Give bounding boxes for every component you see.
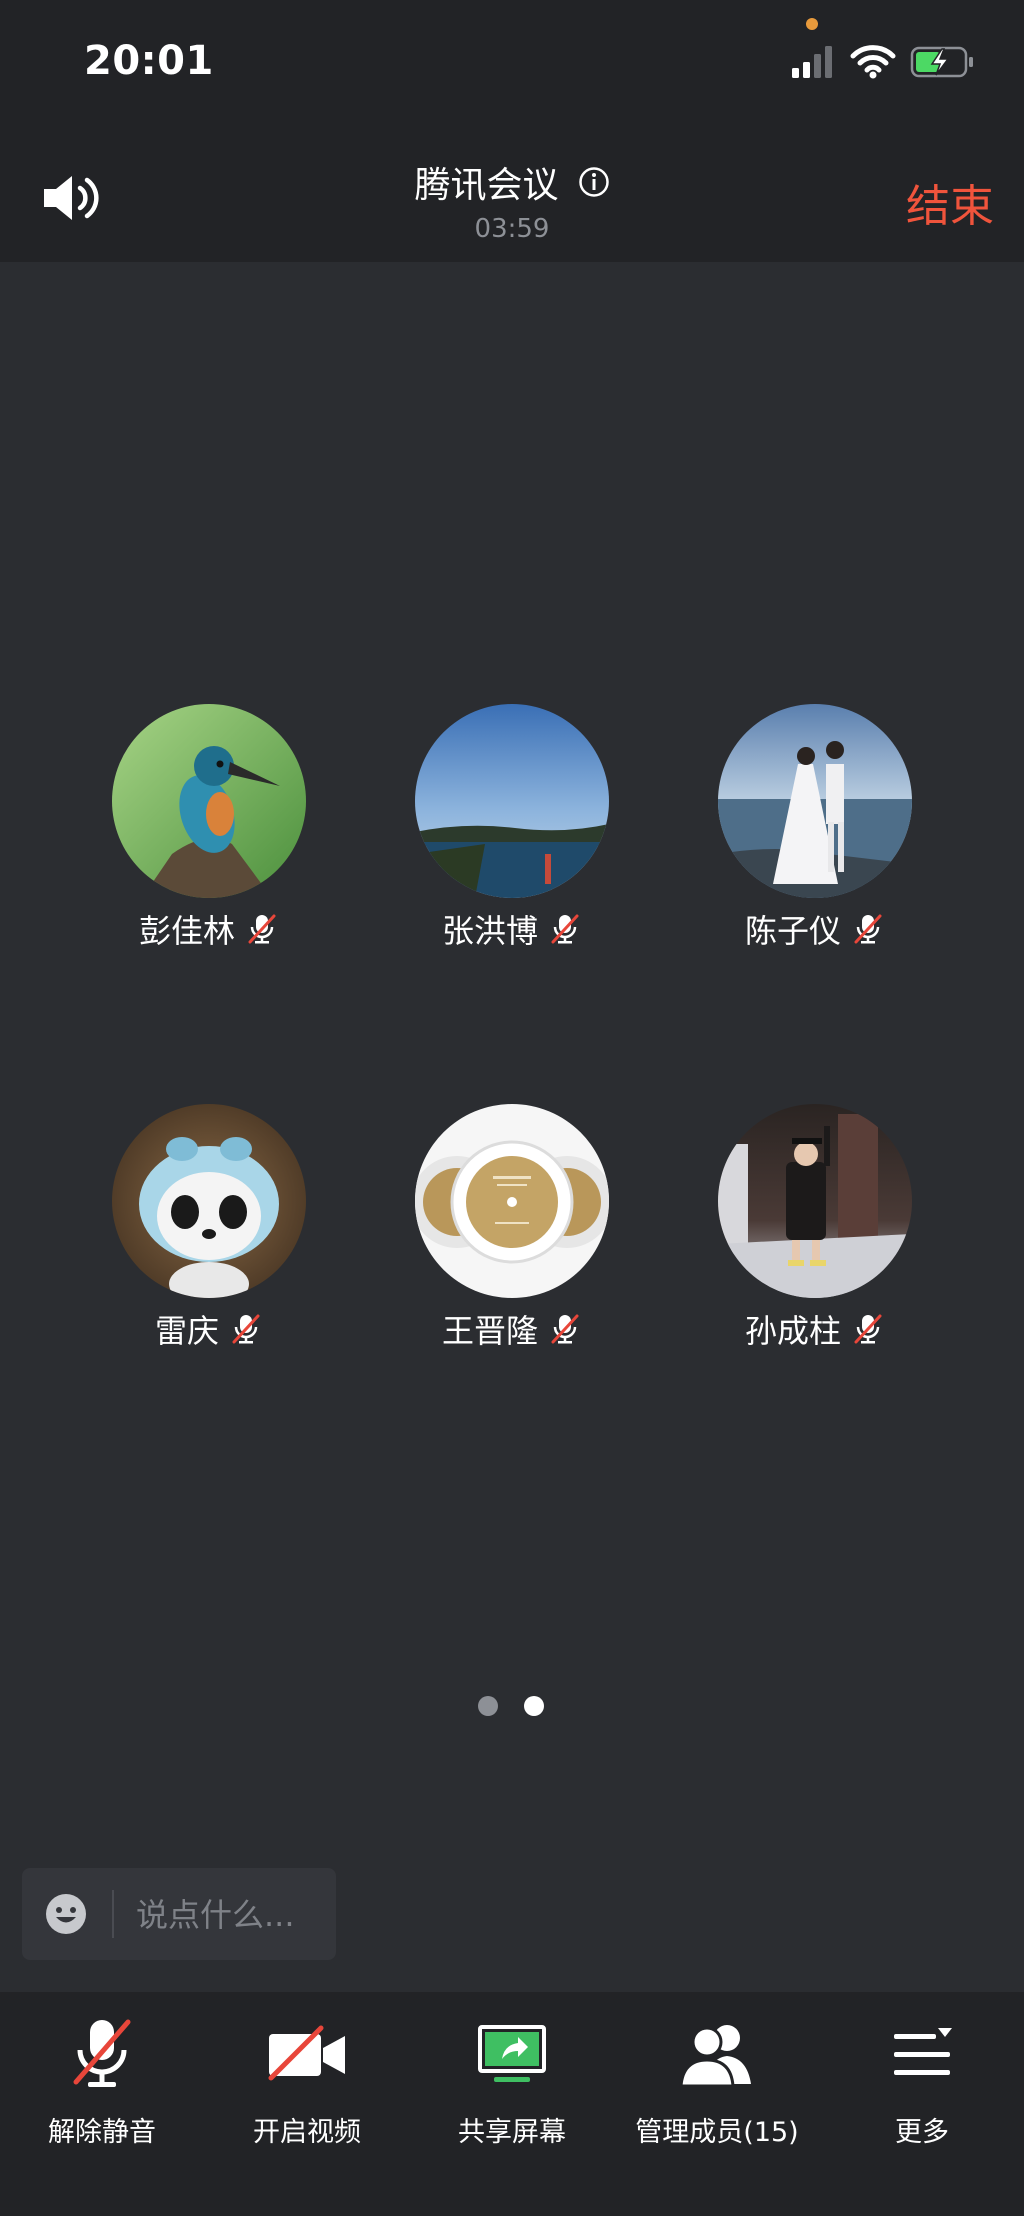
status-icons bbox=[790, 44, 990, 84]
participant-name-row: 张洪博 bbox=[402, 906, 622, 952]
manage-members-label: 管理成员(15) bbox=[635, 2117, 799, 2148]
participant-name: 彭佳林 bbox=[138, 912, 235, 950]
chat-text-input[interactable] bbox=[134, 1888, 328, 1942]
participant-tile[interactable]: 彭佳林 bbox=[99, 704, 319, 952]
chat-input-box[interactable] bbox=[22, 1868, 336, 1960]
avatar bbox=[415, 1104, 609, 1298]
participant-tile[interactable]: 陈子仪 bbox=[705, 704, 925, 952]
video-camera-off-icon bbox=[268, 2025, 345, 2081]
participant-name-row: 彭佳林 bbox=[99, 906, 319, 952]
cellular-signal-icon bbox=[792, 46, 832, 78]
chat-divider bbox=[112, 1890, 114, 1938]
bottom-toolbar: 解除静音 开启视频 共享屏幕 管理成员(15) 更多 bbox=[0, 1992, 1024, 2216]
mic-muted-icon bbox=[551, 1314, 579, 1344]
participant-name-row: 陈子仪 bbox=[705, 906, 925, 952]
tool-icon-wrap bbox=[410, 2012, 614, 2096]
avatar bbox=[112, 704, 306, 898]
meeting-duration: 03:59 bbox=[474, 214, 550, 244]
mic-muted-icon bbox=[232, 1314, 260, 1344]
mic-muted-icon bbox=[551, 914, 579, 944]
tool-icon-wrap bbox=[615, 2012, 819, 2096]
meeting-title: 腾讯会议 bbox=[414, 165, 559, 206]
share-screen-button[interactable]: 共享屏幕 bbox=[410, 2012, 614, 2149]
meeting-title-row: 腾讯会议 bbox=[0, 156, 1024, 208]
privacy-indicator-dot bbox=[806, 18, 818, 30]
page-indicator[interactable] bbox=[474, 1696, 554, 1720]
start-video-button[interactable]: 开启视频 bbox=[205, 2012, 409, 2149]
info-icon[interactable] bbox=[578, 166, 610, 198]
participant-name: 张洪博 bbox=[441, 912, 538, 950]
more-label: 更多 bbox=[895, 2117, 949, 2148]
participant-tile[interactable]: 孙成柱 bbox=[705, 1104, 925, 1352]
participant-name: 陈子仪 bbox=[744, 912, 841, 950]
avatar bbox=[112, 1104, 306, 1298]
microphone-muted-icon bbox=[73, 2019, 131, 2087]
unmute-label: 解除静音 bbox=[48, 2117, 156, 2148]
tool-icon-wrap bbox=[205, 2012, 409, 2096]
participant-name: 雷庆 bbox=[154, 1312, 219, 1350]
mic-muted-icon bbox=[854, 1314, 882, 1344]
unmute-button[interactable]: 解除静音 bbox=[0, 2012, 204, 2149]
avatar bbox=[718, 704, 912, 898]
mic-muted-icon bbox=[854, 914, 882, 944]
participant-name: 孙成柱 bbox=[744, 1312, 841, 1350]
participant-name-row: 雷庆 bbox=[99, 1306, 319, 1352]
participant-tile[interactable]: 王晋隆 bbox=[402, 1104, 622, 1352]
page-dot-2-active[interactable] bbox=[524, 1696, 544, 1716]
tool-icon-wrap bbox=[820, 2012, 1024, 2096]
share-screen-icon bbox=[478, 2025, 546, 2082]
mic-muted-icon bbox=[248, 914, 276, 944]
participant-tile[interactable]: 雷庆 bbox=[99, 1104, 319, 1352]
top-bar: 20:01 腾讯会议 03:59 结束 bbox=[0, 0, 1024, 262]
participant-name-row: 王晋隆 bbox=[402, 1306, 622, 1352]
more-button[interactable]: 更多 bbox=[820, 2012, 1024, 2149]
status-time: 20:01 bbox=[84, 38, 214, 84]
tool-icon-wrap bbox=[0, 2012, 204, 2096]
participant-name: 王晋隆 bbox=[441, 1312, 538, 1350]
participant-name-row: 孙成柱 bbox=[705, 1306, 925, 1352]
share-screen-label: 共享屏幕 bbox=[458, 2117, 566, 2148]
more-menu-icon bbox=[894, 2028, 952, 2075]
emoji-icon[interactable] bbox=[44, 1892, 88, 1936]
start-video-label: 开启视频 bbox=[253, 2117, 361, 2148]
members-icon bbox=[679, 2025, 751, 2088]
avatar bbox=[718, 1104, 912, 1298]
page-dot-1[interactable] bbox=[478, 1696, 498, 1716]
manage-members-button[interactable]: 管理成员(15) bbox=[615, 2012, 819, 2149]
participant-tile[interactable]: 张洪博 bbox=[402, 704, 622, 952]
wifi-icon bbox=[850, 45, 896, 79]
avatar bbox=[415, 704, 609, 898]
battery-charging-icon bbox=[910, 46, 973, 78]
end-meeting-button[interactable]: 结束 bbox=[906, 170, 994, 234]
